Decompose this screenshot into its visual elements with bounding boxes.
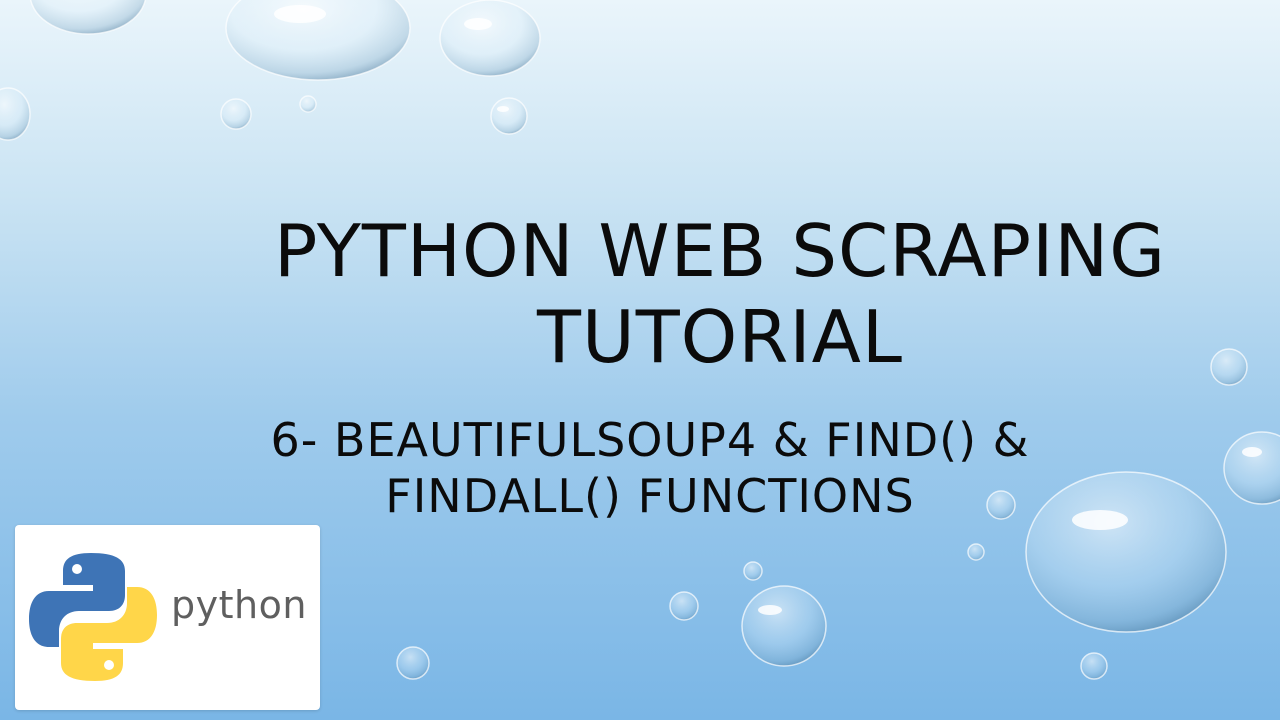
trademark-symbol: ™: [295, 596, 303, 605]
python-logo-eye: [104, 660, 114, 670]
droplet: [1080, 652, 1108, 680]
slide-title: PYTHON WEB SCRAPING TUTORIAL: [274, 209, 1166, 379]
droplet: [29, 0, 147, 35]
python-logo-eye: [72, 564, 82, 574]
droplet: [439, 0, 541, 77]
droplet: [396, 646, 430, 680]
droplet: [490, 97, 528, 135]
slide: PYTHON WEB SCRAPING TUTORIAL 6- BEAUTIFU…: [0, 0, 1280, 720]
python-logo-icon: [29, 553, 157, 681]
droplet: [669, 591, 699, 621]
python-logo-card: python ™: [15, 525, 320, 710]
slide-subtitle: 6- BEAUTIFULSOUP4 & FIND() & FINDALL() F…: [270, 413, 1030, 523]
droplet: [1223, 431, 1280, 505]
droplet: [220, 98, 252, 130]
droplet: [743, 561, 763, 581]
droplet: [741, 585, 827, 667]
droplet: [0, 87, 31, 141]
python-wordmark: python: [171, 583, 307, 627]
droplet: [299, 95, 317, 113]
droplet: [967, 543, 985, 561]
